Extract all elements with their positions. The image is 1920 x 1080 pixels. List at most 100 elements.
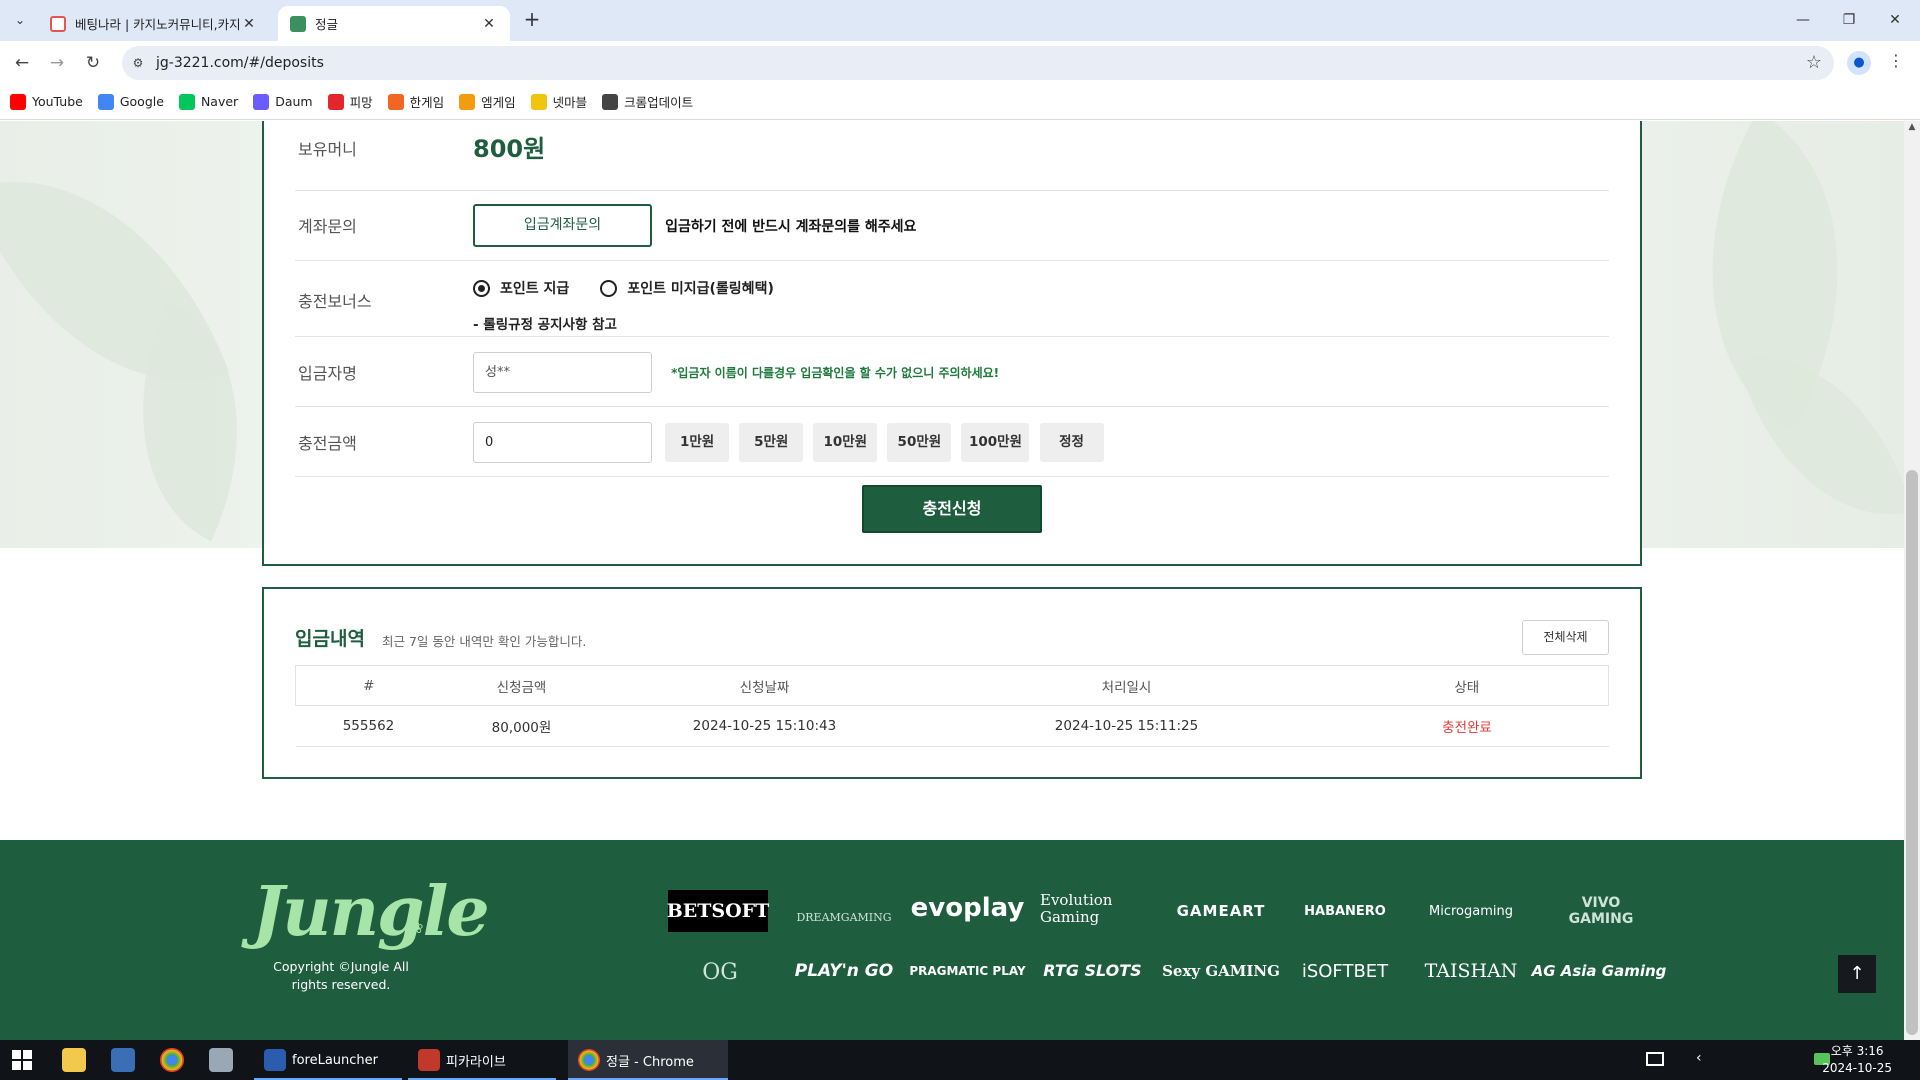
bookmark-star-icon[interactable]: ☆ xyxy=(1806,52,1822,73)
chrome-menu-icon[interactable]: ⋮ xyxy=(1888,51,1904,70)
close-window-button[interactable]: ✕ xyxy=(1872,6,1918,34)
provider-rtg-slots: RTG SLOTS xyxy=(1043,960,1142,980)
bookmark-hangame[interactable]: 한게임 xyxy=(387,92,445,111)
file-explorer-icon[interactable] xyxy=(62,1048,86,1072)
tab-close-icon[interactable]: ✕ xyxy=(480,16,498,32)
tab-close-icon[interactable]: ✕ xyxy=(240,16,258,32)
pikalive-icon xyxy=(418,1049,440,1071)
bookmark-netmarble[interactable]: 넷마블 xyxy=(530,92,587,111)
radio-unchecked-icon[interactable] xyxy=(600,279,618,297)
depositor-name-input[interactable]: 성** xyxy=(473,352,652,393)
balance-row: 보유머니 800원 xyxy=(295,121,1609,191)
forelauncher-icon xyxy=(264,1049,286,1071)
bookmark-daum[interactable]: Daum xyxy=(253,93,313,110)
profile-avatar-icon[interactable]: ● xyxy=(1847,51,1871,75)
amount-50k-button[interactable]: 5만원 xyxy=(739,423,804,462)
history-subtitle: 최근 7일 동안 내역만 확인 가능합니다. xyxy=(382,634,587,649)
tab-betting-nara[interactable]: 베팅나라 | 카지노커뮤니티,카지 ✕ xyxy=(38,6,270,41)
address-bar[interactable]: ⚙ jg-3221.com/#/deposits ☆ xyxy=(122,46,1834,80)
amount-1m-button[interactable]: 100만원 xyxy=(961,423,1030,462)
amount-label: 충전금액 xyxy=(298,434,357,453)
bookmark-google[interactable]: Google xyxy=(97,93,164,110)
amount-input[interactable]: 0 xyxy=(473,422,652,463)
account-inquiry-button[interactable]: 입금계좌문의 xyxy=(473,204,652,247)
chrome-icon[interactable] xyxy=(160,1048,184,1072)
provider-isoftbet: iSOFTBET xyxy=(1301,960,1389,982)
tab-title: 정글 xyxy=(315,17,339,32)
table-row: 555562 80,000원 2024-10-25 15:10:43 2024-… xyxy=(295,705,1609,747)
status-badge: 충전완료 xyxy=(1325,705,1609,747)
row-amount: 80,000원 xyxy=(441,705,602,747)
deposit-form-panel: 보유머니 800원 계좌문의 입금계좌문의 입금하기 전에 반드시 계좌문의를 … xyxy=(262,121,1642,566)
provider-asia-gaming: AG Asia Gaming xyxy=(1531,962,1667,980)
amount-100k-button[interactable]: 10만원 xyxy=(813,423,878,462)
col-header-id: # xyxy=(295,665,442,706)
minimize-button[interactable]: — xyxy=(1780,6,1826,34)
history-table: # 신청금액 신청날짜 처리일시 상태 555562 80,000원 2024-… xyxy=(295,665,1609,747)
url-text[interactable]: jg-3221.com/#/deposits xyxy=(156,55,324,71)
scroll-to-top-icon[interactable]: ↑ xyxy=(1838,955,1876,993)
account-inquiry-row: 계좌문의 입금계좌문의 입금하기 전에 반드시 계좌문의를 해주세요 xyxy=(295,191,1609,261)
amount-10k-button[interactable]: 1만원 xyxy=(665,423,730,462)
taskbar-app-pikalive[interactable]: 피카라이브 xyxy=(408,1040,556,1080)
browser-toolbar: ← → ↻ ⚙ jg-3221.com/#/deposits ☆ ● ⋮ xyxy=(0,41,1920,84)
windows-start-icon[interactable] xyxy=(12,1050,32,1070)
amount-reset-button[interactable]: 정정 xyxy=(1039,423,1104,462)
bookmark-label: 엠게임 xyxy=(481,95,516,110)
bonus-option-point[interactable]: 포인트 지급 xyxy=(473,278,569,298)
restore-button[interactable]: ❐ xyxy=(1826,6,1872,34)
radio-checked-icon[interactable] xyxy=(473,279,490,297)
bookmark-gear[interactable]: 크롬업데이트 xyxy=(602,92,693,111)
bonus-option-rolling[interactable]: 포인트 미지급(롤링혜택) xyxy=(600,278,774,298)
scroll-up-arrow-icon[interactable]: ▲ xyxy=(1906,122,1918,132)
clock-date: 2024-10-25 xyxy=(1822,1061,1892,1075)
forward-arrow-icon[interactable]: → xyxy=(43,49,71,77)
col-header-status: 상태 xyxy=(1325,665,1609,706)
reload-icon[interactable]: ↻ xyxy=(79,49,107,77)
bookmark-naver[interactable]: Naver xyxy=(178,93,239,110)
amount-500k-button[interactable]: 50만원 xyxy=(887,423,952,462)
bookmark-label: Naver xyxy=(200,94,239,109)
bookmark-label: 한게임 xyxy=(409,95,445,110)
copyright-text: Copyright ©Jungle All rights reserved. xyxy=(273,959,409,992)
tool-app-icon[interactable] xyxy=(209,1048,233,1072)
monitor-icon[interactable] xyxy=(1646,1052,1664,1066)
jungle-logo[interactable]: Jungle xyxy=(252,872,490,952)
netmarble-icon xyxy=(530,93,547,110)
browser-tab-strip: ⌄ 베팅나라 | 카지노커뮤니티,카지 ✕ 정글 ✕ + — ❐ ✕ xyxy=(0,0,1920,41)
tab-search-button[interactable]: ⌄ xyxy=(8,8,32,32)
deposit-submit-button[interactable]: 충전신청 xyxy=(862,485,1042,533)
bonus-row: 충전보너스 포인트 지급 포인트 미지급(롤링혜택) - 롤링규정 공지사항 참… xyxy=(295,261,1609,337)
col-header-amount: 신청금액 xyxy=(441,665,602,706)
provider-vivo-gaming: VIVO GAMING xyxy=(1568,895,1634,927)
bookmark-label: YouTube xyxy=(32,94,83,109)
bookmark-youtube[interactable]: YouTube xyxy=(10,93,83,110)
bookmark-pmang[interactable]: 피망 xyxy=(327,92,373,111)
bookmark-label: Daum xyxy=(275,94,313,109)
depositor-warning: *입금자 이름이 다를경우 입금확인을 할 수가 없으니 주의하세요! xyxy=(671,366,1000,380)
back-arrow-icon[interactable]: ← xyxy=(8,49,36,77)
deposit-history-panel: 입금내역 최근 7일 동안 내역만 확인 가능합니다. 전체삭제 # 신청금액 … xyxy=(262,587,1642,779)
page-viewport: 보유머니 800원 계좌문의 입금계좌문의 입금하기 전에 반드시 계좌문의를 … xyxy=(0,121,1904,1040)
gear-icon xyxy=(602,93,619,110)
system-clock[interactable]: 오후 3:16 2024-10-25 xyxy=(1822,1043,1892,1077)
new-tab-button[interactable]: + xyxy=(520,8,544,32)
table-header-row: # 신청금액 신청날짜 처리일시 상태 xyxy=(295,665,1609,706)
row-id: 555562 xyxy=(295,705,442,747)
scrollbar-thumb[interactable] xyxy=(1906,470,1918,1035)
site-info-icon[interactable]: ⚙ xyxy=(130,55,146,71)
provider-dreamgaming: DREAMGAMING xyxy=(796,910,892,924)
delete-all-button[interactable]: 전체삭제 xyxy=(1522,620,1609,655)
taskbar-app-forelauncher[interactable]: foreLauncher xyxy=(254,1040,402,1080)
tab-jungle[interactable]: 정글 ✕ xyxy=(278,6,510,41)
clock-time: 오후 3:16 xyxy=(1830,1044,1884,1058)
bookmarks-bar: YouTube Google Naver Daum 피망 한게임 엠게임 넷마블 크롬업데이트 xyxy=(0,84,1920,120)
depositor-label: 입금자명 xyxy=(298,364,357,383)
bookmark-mgame[interactable]: 엠게임 xyxy=(459,92,516,111)
provider-taishan: TAISHAN xyxy=(1424,960,1518,982)
provider-evoplay: evoplay xyxy=(910,893,1025,923)
desktop-app-icon[interactable] xyxy=(111,1048,135,1072)
language-icon[interactable]: ‹ xyxy=(1696,1050,1702,1066)
tab-title: 베팅나라 | 카지노커뮤니티,카지 xyxy=(75,17,240,32)
taskbar-app-chrome[interactable]: 정글 - Chrome xyxy=(568,1040,728,1080)
